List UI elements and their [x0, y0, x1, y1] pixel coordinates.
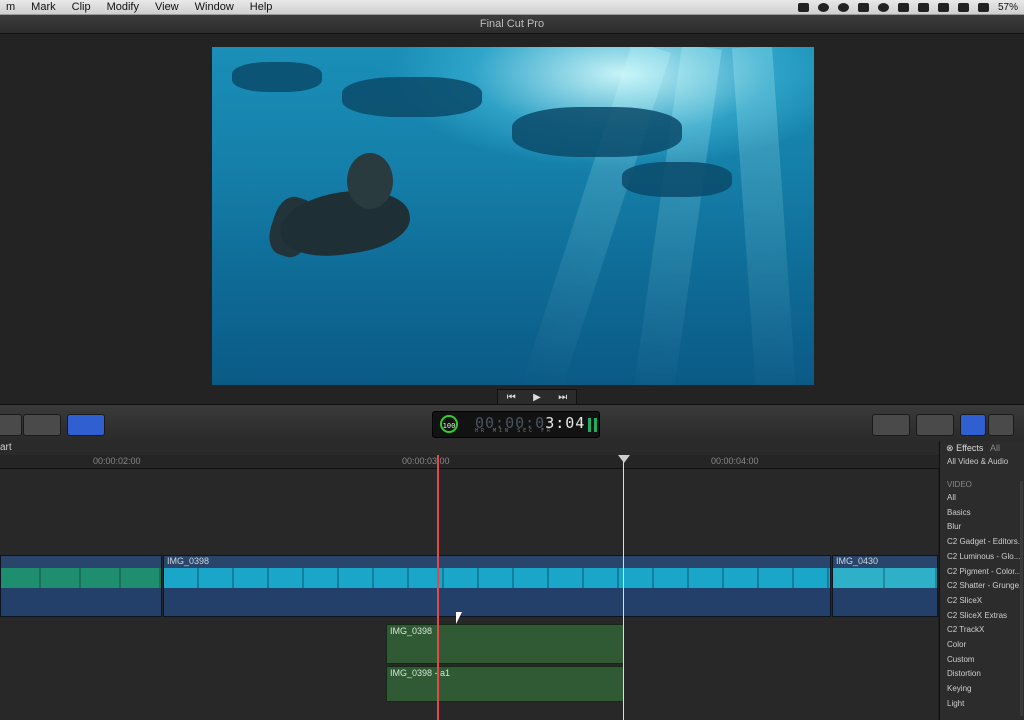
menu-bar: m Mark Clip Modify View Window Help 57% — [0, 0, 1024, 15]
ruler-mark: 00:00:04:00 — [711, 456, 759, 466]
effects-item[interactable]: Custom — [940, 653, 1024, 668]
swimmer-body — [276, 183, 414, 263]
clip-main[interactable]: IMG_0398 — [163, 555, 831, 617]
clip-left[interactable] — [0, 555, 162, 617]
battery-percent: 57% — [997, 1, 1018, 13]
menu-item-clip[interactable]: Clip — [64, 0, 99, 14]
menu-item-help[interactable]: Help — [242, 0, 281, 14]
clip-audio — [164, 588, 830, 616]
dropbox-icon[interactable] — [797, 2, 809, 12]
effects-browser-button[interactable] — [960, 414, 986, 436]
clip-right[interactable]: IMG_0430 — [832, 555, 938, 617]
effects-header: ⊗ Effects All — [940, 441, 1024, 455]
surface-shadow — [232, 62, 322, 92]
clip-thumbnails — [1, 568, 161, 588]
photos-browser-button[interactable] — [988, 414, 1014, 436]
menu-item-m[interactable]: m — [0, 0, 23, 14]
status-area: 57% — [797, 0, 1018, 14]
dashlane-icon[interactable] — [877, 2, 889, 12]
battery-icon[interactable] — [977, 2, 989, 12]
timeline-toolbar: 100 00:00:03:04 HR MIN SEC FR — [0, 404, 1024, 442]
timeline-ruler[interactable]: 00:00:02:00 00:00:03:00 00:00:04:00 — [0, 455, 940, 469]
effects-item[interactable]: C2 SliceX Extras — [940, 609, 1024, 624]
audio-clip[interactable]: IMG_0398 - a1 — [386, 666, 624, 702]
enhancements-button[interactable] — [872, 414, 910, 436]
effects-item[interactable]: C2 Luminous - Glo... — [940, 550, 1024, 565]
mouse-cursor-icon — [456, 612, 462, 624]
close-icon[interactable]: ⊗ — [946, 443, 954, 453]
menu-item-window[interactable]: Window — [187, 0, 242, 14]
window-title: Final Cut Pro — [0, 15, 1024, 34]
menu-item-view[interactable]: View — [147, 0, 187, 14]
effects-item[interactable]: C2 TrackX — [940, 623, 1024, 638]
effects-item[interactable]: Distortion — [940, 667, 1024, 682]
connected-clip[interactable]: IMG_0398 — [386, 624, 624, 664]
effects-item[interactable]: Color — [940, 638, 1024, 653]
menu-item-modify[interactable]: Modify — [99, 0, 147, 14]
surface-shadow — [512, 107, 682, 157]
clip-label: IMG_0398 — [167, 556, 210, 566]
previous-edit-button[interactable]: ⏮ — [507, 392, 516, 403]
clip-label: IMG_0398 - a1 — [390, 668, 451, 678]
sync-icon[interactable] — [897, 2, 909, 12]
effects-item[interactable]: Blur — [940, 520, 1024, 535]
bluetooth-icon[interactable] — [937, 2, 949, 12]
clip-thumbnails — [833, 568, 937, 588]
play-button[interactable]: ▶ — [533, 392, 541, 403]
effects-scrollbar[interactable] — [1020, 481, 1023, 716]
timeline-header: art — [0, 441, 940, 455]
effects-item[interactable]: All — [940, 491, 1024, 506]
ruler-mark: 00:00:03:00 — [402, 456, 450, 466]
effects-title: Effects — [956, 443, 984, 453]
edit-mode-button[interactable] — [23, 414, 61, 436]
display-icon[interactable] — [857, 2, 869, 12]
playhead[interactable] — [437, 455, 439, 720]
surface-shadow — [342, 77, 482, 117]
effects-item[interactable]: C2 Pigment - Color... — [940, 565, 1024, 580]
effects-item[interactable]: C2 SliceX — [940, 594, 1024, 609]
viewer: ⏮ ▶ ⏭ — [0, 34, 1024, 406]
swimmer-head — [347, 153, 393, 209]
dashboard-timecode[interactable]: 100 00:00:03:04 HR MIN SEC FR — [432, 411, 600, 438]
clip-label: IMG_0430 — [836, 556, 879, 566]
select-tool-button[interactable] — [67, 414, 105, 436]
append-edit-button[interactable] — [0, 414, 22, 436]
wifi-icon[interactable] — [957, 2, 969, 12]
effects-item[interactable]: Light — [940, 697, 1024, 712]
effects-item[interactable]: Keying — [940, 682, 1024, 697]
effects-item[interactable]: C2 Shatter - Grunge... — [940, 579, 1024, 594]
skimmer-head[interactable] — [618, 455, 630, 463]
percent-indicator: 100 — [440, 415, 458, 433]
effects-category: VIDEO — [947, 480, 972, 489]
audio-meter — [588, 418, 591, 432]
timecode-labels: HR MIN SEC FR — [475, 428, 554, 434]
menu-item-mark[interactable]: Mark — [23, 0, 63, 14]
ruler-mark: 00:00:02:00 — [93, 456, 141, 466]
clip-audio — [833, 588, 937, 616]
timeline-title: art — [0, 442, 12, 453]
effects-item[interactable]: C2 Gadget - Editors.. — [940, 535, 1024, 550]
next-edit-button[interactable]: ⏭ — [558, 392, 567, 403]
effects-browser: ⊗ Effects All All Video & Audio VIDEO Al… — [939, 441, 1024, 720]
skimmer-line — [623, 455, 624, 720]
clip-thumbnails — [164, 568, 830, 588]
timeline[interactable]: IMG_0398 IMG_0430 IMG_0398 IMG_0398 - a1 — [0, 469, 938, 720]
info-icon[interactable] — [817, 2, 829, 12]
effects-all-tab[interactable]: All — [990, 443, 1000, 453]
video-frame[interactable] — [212, 47, 814, 385]
retime-button[interactable] — [916, 414, 954, 436]
clip-label: IMG_0398 — [390, 626, 433, 636]
creative-cloud-icon[interactable] — [837, 2, 849, 12]
effects-subtitle[interactable]: All Video & Audio — [940, 455, 1024, 469]
effects-item[interactable]: Basics — [940, 506, 1024, 521]
surface-shadow — [622, 162, 732, 197]
airplay-icon[interactable] — [917, 2, 929, 12]
clip-audio — [1, 588, 161, 616]
light-ray — [732, 47, 798, 385]
